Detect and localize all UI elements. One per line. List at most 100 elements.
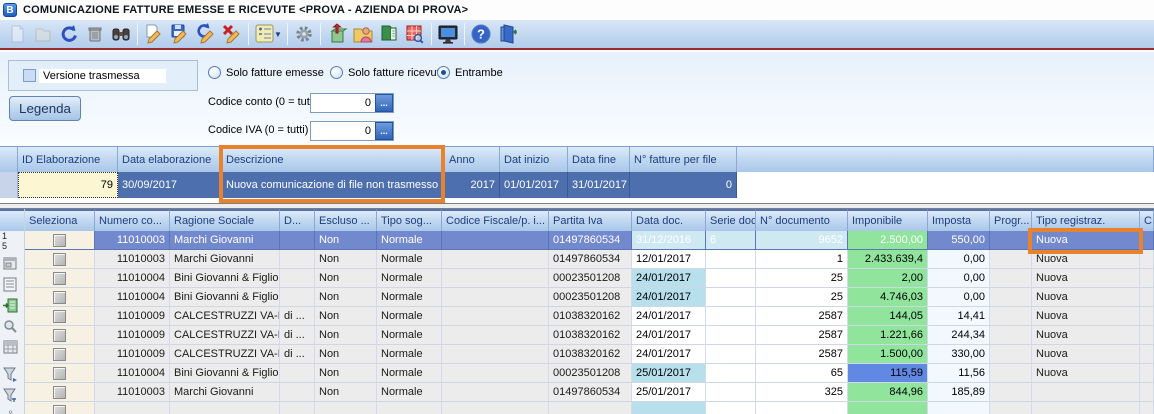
- row-checkbox[interactable]: [53, 347, 66, 361]
- cell-data-doc[interactable]: 25/01/2017: [632, 383, 706, 402]
- cell-d[interactable]: di ...: [280, 307, 315, 326]
- cell-imponibile[interactable]: 1.500,00: [848, 345, 928, 364]
- column-header-id-elaborazione[interactable]: ID Elaborazione: [18, 147, 118, 172]
- cell-serie-doc[interactable]: [706, 269, 756, 288]
- cell-serie-doc[interactable]: [706, 364, 756, 383]
- codice-iva-field[interactable]: 0 ...: [310, 121, 394, 141]
- cell-data-fine[interactable]: 31/01/2017: [568, 172, 630, 198]
- cell-n-documento[interactable]: 9652: [756, 231, 848, 250]
- filter-icon[interactable]: [2, 366, 19, 383]
- cell-imposta[interactable]: 11,56: [928, 364, 990, 383]
- cell-c[interactable]: [1140, 288, 1154, 307]
- cell-numero[interactable]: 11010004: [95, 364, 170, 383]
- radio-icon-selected[interactable]: [437, 66, 450, 79]
- cell-seleziona[interactable]: [25, 250, 95, 269]
- cell-tipo-soggetto[interactable]: Normale: [377, 383, 442, 402]
- cell-codice-fiscale[interactable]: [442, 288, 549, 307]
- grid-search-icon[interactable]: [402, 22, 428, 46]
- cell-imponibile[interactable]: 2,00: [848, 269, 928, 288]
- cell-imposta[interactable]: 0,00: [928, 288, 990, 307]
- column-header-tipo-soggetto[interactable]: Tipo sog...: [377, 209, 442, 231]
- cell-c[interactable]: [1140, 326, 1154, 345]
- cell-progressivo[interactable]: [990, 269, 1032, 288]
- cell-tipo-soggetto[interactable]: [377, 402, 442, 414]
- cell-imponibile[interactable]: [848, 402, 928, 414]
- new-record-icon[interactable]: [141, 22, 167, 46]
- filter-clear-icon[interactable]: [2, 387, 19, 404]
- column-header-data-doc[interactable]: Data doc.: [632, 209, 706, 231]
- cell-tipo-soggetto[interactable]: Normale: [377, 288, 442, 307]
- row-checkbox[interactable]: [53, 233, 66, 247]
- cell-d[interactable]: [280, 269, 315, 288]
- cell-ragione-sociale[interactable]: Marchi Giovanni: [170, 231, 280, 250]
- column-header-imponibile[interactable]: Imponibile: [848, 209, 928, 231]
- column-header-progressivo[interactable]: Progr...: [990, 209, 1032, 231]
- cell-numero[interactable]: 11010003: [95, 231, 170, 250]
- cell-partita-iva[interactable]: 00023501208: [549, 269, 632, 288]
- table-row[interactable]: 11010009 CALCESTRUZZI VA-DO di ... Non N…: [25, 307, 1154, 326]
- cell-progressivo[interactable]: [990, 250, 1032, 269]
- cell-progressivo[interactable]: [990, 326, 1032, 345]
- cell-escluso[interactable]: [315, 402, 377, 414]
- table-row[interactable]: 11010009 CALCESTRUZZI VA-DO di ... Non N…: [25, 326, 1154, 345]
- cell-seleziona[interactable]: [25, 231, 95, 250]
- cell-imponibile[interactable]: 1.221,66: [848, 326, 928, 345]
- cell-escluso[interactable]: Non: [315, 288, 377, 307]
- cell-data-elaborazione[interactable]: 30/09/2017: [118, 172, 222, 198]
- cell-imponibile[interactable]: 115,59: [848, 364, 928, 383]
- cell-serie-doc[interactable]: [706, 288, 756, 307]
- cell-data-doc[interactable]: 24/01/2017: [632, 288, 706, 307]
- column-header-n-fatture-per-file[interactable]: N° fatture per file: [630, 147, 737, 172]
- cell-n-documento[interactable]: 25: [756, 269, 848, 288]
- table-row-selected[interactable]: 11010003 Marchi Giovanni Non Normale 014…: [25, 231, 1154, 250]
- column-header-n-documento[interactable]: N° documento: [756, 209, 848, 231]
- cell-seleziona[interactable]: [25, 345, 95, 364]
- cell-n-documento[interactable]: 325: [756, 383, 848, 402]
- cell-numero[interactable]: 11010009: [95, 345, 170, 364]
- cell-ragione-sociale[interactable]: Marchi Giovanni: [170, 383, 280, 402]
- cell-dat-inizio[interactable]: 01/01/2017: [500, 172, 568, 198]
- cell-codice-fiscale[interactable]: [442, 364, 549, 383]
- cell-numero[interactable]: [95, 402, 170, 414]
- cell-escluso[interactable]: Non: [315, 383, 377, 402]
- cell-escluso[interactable]: Non: [315, 345, 377, 364]
- table-row[interactable]: 11010009 CALCESTRUZZI VA-DO di ... Non N…: [25, 345, 1154, 364]
- cell-tipo-registrazione[interactable]: Nuova: [1032, 326, 1140, 345]
- cell-c[interactable]: [1140, 402, 1154, 414]
- row-checkbox[interactable]: [53, 328, 66, 342]
- cell-data-doc[interactable]: 24/01/2017: [632, 269, 706, 288]
- radio-icon[interactable]: [208, 66, 221, 79]
- cell-tipo-soggetto[interactable]: Normale: [377, 345, 442, 364]
- cell-progressivo[interactable]: [990, 383, 1032, 402]
- radio-icon[interactable]: [330, 66, 343, 79]
- cell-partita-iva[interactable]: 01497860534: [549, 231, 632, 250]
- table-row[interactable]: 11010004 Bini Giovanni & Figlio Non Norm…: [25, 288, 1154, 307]
- cell-seleziona[interactable]: [25, 383, 95, 402]
- save-record-icon[interactable]: [167, 22, 193, 46]
- cell-d[interactable]: di ...: [280, 326, 315, 345]
- cell-imposta[interactable]: 0,00: [928, 250, 990, 269]
- open-icon[interactable]: [30, 22, 56, 46]
- cell-imponibile[interactable]: 2.500,00: [848, 231, 928, 250]
- cell-n-documento[interactable]: 25: [756, 288, 848, 307]
- anchor-icon[interactable]: ⚓: [2, 408, 19, 414]
- cell-tipo-registrazione[interactable]: [1032, 402, 1140, 414]
- column-header-seleziona[interactable]: Seleziona: [25, 209, 95, 231]
- cell-id-elaborazione[interactable]: 79: [18, 172, 118, 198]
- cell-partita-iva[interactable]: 01038320162: [549, 345, 632, 364]
- new-document-icon[interactable]: [4, 22, 30, 46]
- cell-d[interactable]: [280, 364, 315, 383]
- cell-escluso[interactable]: Non: [315, 250, 377, 269]
- cell-imposta[interactable]: 14,41: [928, 307, 990, 326]
- column-header-serie-doc[interactable]: Serie doc.: [706, 209, 756, 231]
- import-icon[interactable]: [324, 22, 350, 46]
- cell-d[interactable]: [280, 231, 315, 250]
- cell-ragione-sociale[interactable]: CALCESTRUZZI VA-DO: [170, 326, 280, 345]
- cell-ragione-sociale[interactable]: CALCESTRUZZI VA-DO: [170, 345, 280, 364]
- cell-ragione-sociale[interactable]: Bini Giovanni & Figlio: [170, 288, 280, 307]
- column-header-dat-inizio[interactable]: Dat inizio: [500, 147, 568, 172]
- cell-tipo-soggetto[interactable]: Normale: [377, 231, 442, 250]
- row-checkbox[interactable]: [53, 252, 66, 266]
- row-checkbox[interactable]: [53, 385, 66, 399]
- help-icon[interactable]: ?: [468, 22, 494, 46]
